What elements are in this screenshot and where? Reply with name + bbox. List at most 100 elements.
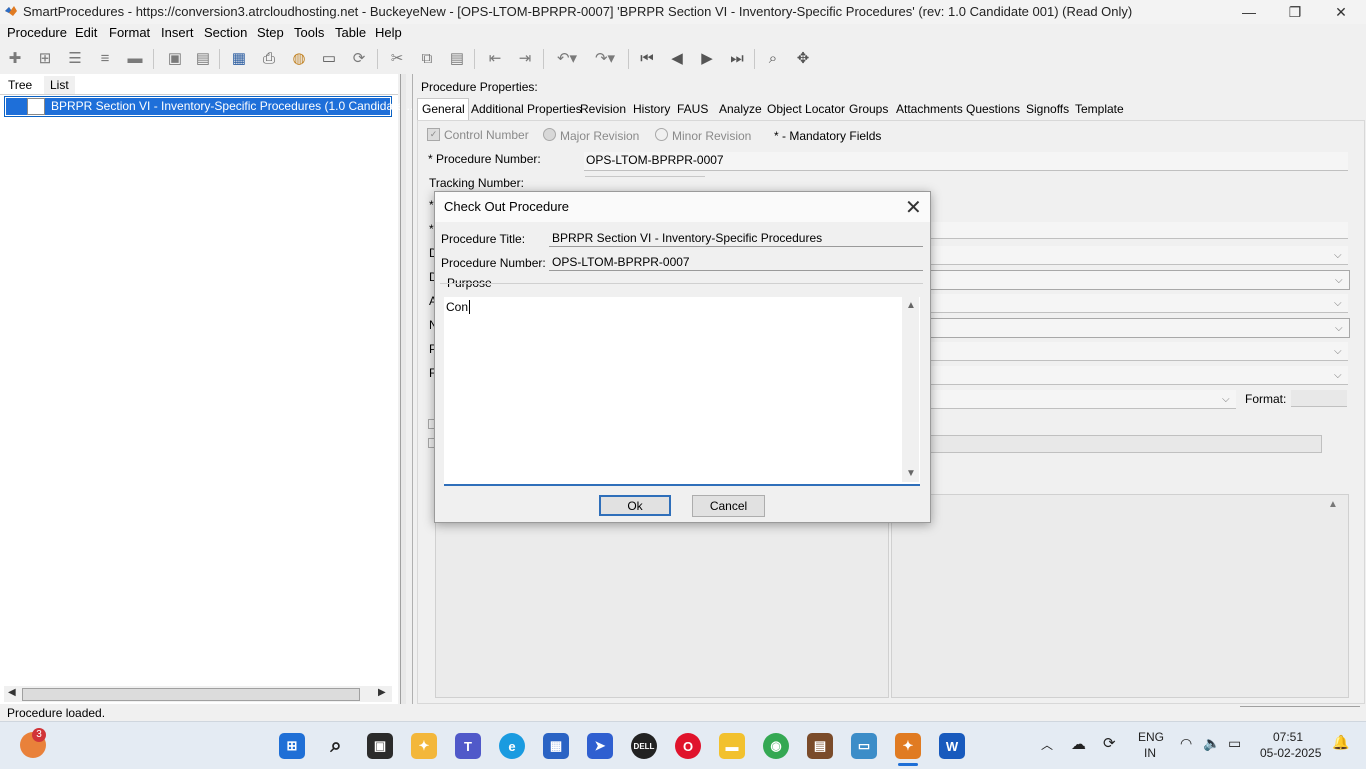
control-number-checkbox[interactable]: ✓ <box>427 128 440 141</box>
power-automate-icon[interactable]: ➤ <box>587 733 613 759</box>
scroll-up-icon[interactable]: ▲ <box>1328 499 1338 510</box>
chevron-up-icon[interactable]: ︿ <box>1041 736 1053 753</box>
save-all-icon[interactable]: ▤ <box>192 47 214 69</box>
scroll-up-icon[interactable]: ▲ <box>906 300 916 311</box>
copy-icon[interactable]: ⧉ <box>416 47 438 69</box>
indent-icon[interactable]: ☰ <box>64 47 86 69</box>
tab-signoffs[interactable]: Signoffs <box>1026 102 1069 118</box>
store-icon[interactable]: ▦ <box>543 733 569 759</box>
volume-icon[interactable]: 🔈 <box>1203 735 1220 752</box>
menu-step[interactable]: Step <box>257 25 284 40</box>
tab-tree[interactable]: Tree <box>2 76 39 94</box>
tab-list[interactable]: List <box>44 76 75 94</box>
tab-additional-properties[interactable]: Additional Properties <box>471 102 582 118</box>
minimize-button[interactable]: — <box>1226 0 1272 24</box>
panel-splitter[interactable] <box>400 74 406 704</box>
menu-edit[interactable]: Edit <box>75 25 97 40</box>
vertical-scrollbar[interactable]: ▲ ▼ <box>902 297 919 482</box>
edge-icon[interactable]: e <box>499 733 525 759</box>
tab-general[interactable]: General <box>422 102 465 118</box>
find-icon[interactable]: ⌕ <box>762 47 784 69</box>
redo-icon[interactable]: ⟳ <box>348 47 370 69</box>
menu-format[interactable]: Format <box>109 25 150 40</box>
tab-groups[interactable]: Groups <box>849 102 888 118</box>
word-icon[interactable]: W <box>939 733 965 759</box>
menu-help[interactable]: Help <box>375 25 402 40</box>
task-view-icon[interactable]: ▣ <box>367 733 393 759</box>
procedure-number-field[interactable]: OPS-LTOM-BPRPR-0007 <box>584 152 1348 171</box>
menu-insert[interactable]: Insert <box>161 25 194 40</box>
dropdown[interactable]: ⌵ <box>930 342 1348 361</box>
close-icon[interactable]: ✕ <box>905 195 922 220</box>
battery-icon[interactable]: ▭ <box>1228 735 1241 752</box>
undo-icon[interactable]: ↶▾ <box>552 47 582 69</box>
app-icon[interactable]: ▤ <box>807 733 833 759</box>
tab-history[interactable]: History <box>633 102 670 118</box>
dell-icon[interactable]: DELL <box>631 733 657 759</box>
tab-template[interactable]: Template <box>1075 102 1124 118</box>
dropdown[interactable]: ⌵ <box>930 294 1348 313</box>
menu-procedure[interactable]: Procedure <box>7 25 67 40</box>
cut-icon[interactable]: ✂ <box>386 47 408 69</box>
tab-questions[interactable]: Questions <box>966 102 1020 118</box>
last-icon[interactable]: ⏭ <box>726 47 748 69</box>
minor-revision-radio[interactable] <box>655 128 668 141</box>
refresh-icon[interactable]: ◍ <box>288 47 310 69</box>
move-icon[interactable]: ✥ <box>792 47 814 69</box>
tab-attachments[interactable]: Attachments <box>896 102 963 118</box>
outdent-icon[interactable]: ≡ <box>94 47 116 69</box>
dropdown[interactable]: ⌵ <box>930 246 1348 265</box>
redo-arrow-icon[interactable]: ↷▾ <box>590 47 620 69</box>
major-revision-radio[interactable] <box>543 128 556 141</box>
wifi-icon[interactable]: ◠ <box>1180 735 1192 752</box>
scroll-thumb[interactable] <box>22 688 360 701</box>
scroll-right-icon[interactable]: ▶ <box>378 687 386 698</box>
text-field[interactable] <box>930 435 1322 453</box>
cancel-button[interactable]: Cancel <box>692 495 765 517</box>
move-up-icon[interactable]: ⇤ <box>484 47 506 69</box>
dropdown[interactable]: ⌵ <box>930 270 1350 290</box>
language-indicator[interactable]: ENG <box>1138 730 1164 744</box>
copilot-icon[interactable]: ✦ <box>411 733 437 759</box>
ok-button[interactable]: Ok <box>599 495 671 516</box>
tab-object-locator[interactable]: Object Locator <box>767 102 845 118</box>
publish-icon[interactable]: ▦ <box>228 47 250 69</box>
text-field[interactable] <box>930 222 1348 239</box>
text-area[interactable] <box>435 494 889 698</box>
tab-analyze[interactable]: Analyze <box>719 102 762 118</box>
menu-section[interactable]: Section <box>204 25 247 40</box>
tree-item-selected[interactable]: BPRPR Section VI - Inventory-Specific Pr… <box>4 96 413 117</box>
tab-faus[interactable]: FAUS <box>677 102 708 118</box>
window-icon[interactable]: ▭ <box>318 47 340 69</box>
sync-icon[interactable]: ⟳ <box>1103 734 1116 752</box>
tracking-number-field[interactable] <box>585 176 705 191</box>
dropdown[interactable]: ⌵ <box>930 390 1236 409</box>
scroll-down-icon[interactable]: ▼ <box>906 468 916 479</box>
dropdown[interactable]: ⌵ <box>930 366 1348 385</box>
chrome-icon[interactable]: ◉ <box>763 733 789 759</box>
file-explorer-icon[interactable]: ▬ <box>719 733 745 759</box>
save-icon[interactable]: ▣ <box>164 47 186 69</box>
paste-icon[interactable]: ▤ <box>446 47 468 69</box>
notifications-icon[interactable]: 🔔 <box>1332 734 1349 751</box>
text-area[interactable]: ▲ <box>891 494 1349 698</box>
previous-icon[interactable]: ◀ <box>666 47 688 69</box>
teams-icon[interactable]: T <box>455 733 481 759</box>
clock-time[interactable]: 07:51 <box>1273 730 1303 744</box>
add-icon[interactable]: ✚ <box>4 47 26 69</box>
tab-revision[interactable]: Revision <box>580 102 626 118</box>
move-down-icon[interactable]: ⇥ <box>514 47 536 69</box>
first-icon[interactable]: ⏮ <box>636 47 658 69</box>
purpose-textarea[interactable]: Con ▲ ▼ <box>444 297 920 486</box>
format-field[interactable] <box>1291 390 1347 407</box>
next-icon[interactable]: ▶ <box>696 47 718 69</box>
region-indicator[interactable]: IN <box>1144 746 1156 760</box>
add-child-icon[interactable]: ⊞ <box>34 47 56 69</box>
menu-tools[interactable]: Tools <box>294 25 324 40</box>
print-icon[interactable]: ⎙ <box>258 47 280 69</box>
remove-icon[interactable]: ▬ <box>124 47 146 69</box>
opera-icon[interactable]: O <box>675 733 701 759</box>
horizontal-scrollbar[interactable]: ◀ ▶ <box>4 686 392 702</box>
cloud-icon[interactable]: ☁ <box>1071 735 1086 753</box>
search-icon[interactable]: ⌕ <box>323 733 349 759</box>
